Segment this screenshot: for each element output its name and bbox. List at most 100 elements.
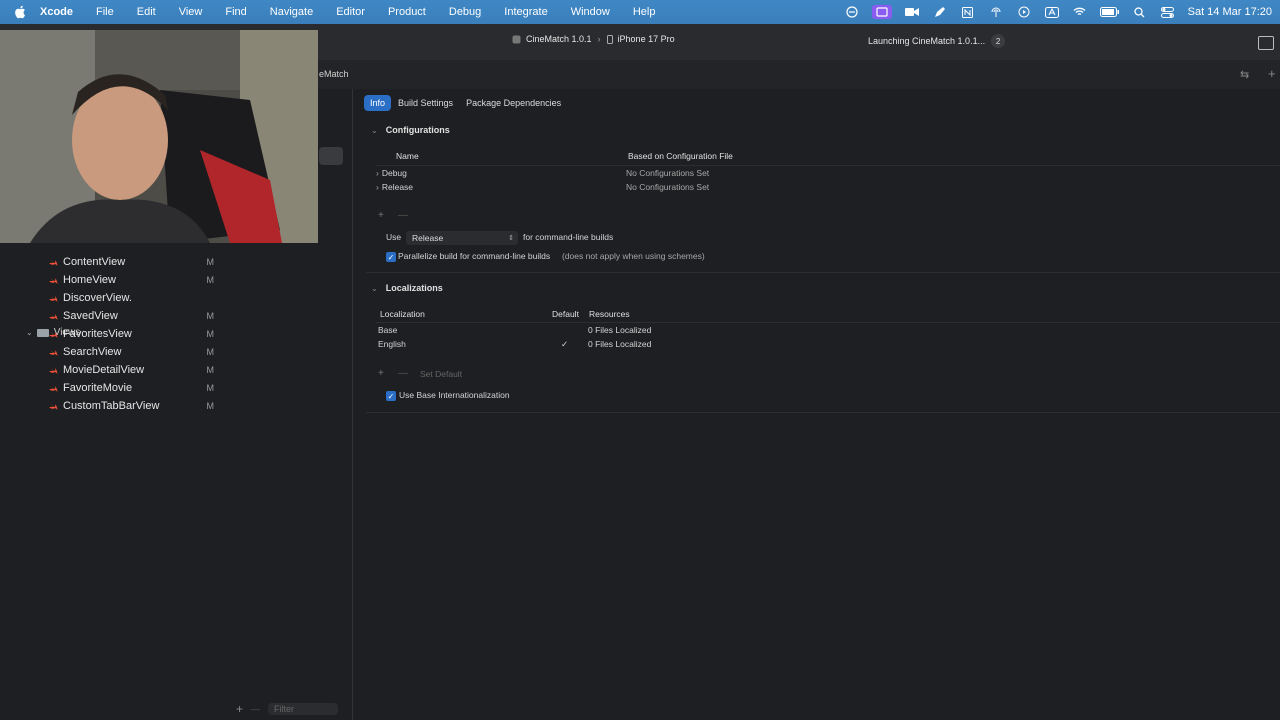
file-row[interactable]: CustomTabBarView M bbox=[48, 397, 218, 415]
menu-navigate[interactable]: Navigate bbox=[270, 6, 313, 18]
swift-file-icon bbox=[49, 259, 58, 266]
run-destination: iPhone 17 Pro bbox=[617, 34, 675, 44]
camera-icon[interactable] bbox=[904, 5, 920, 19]
git-status-badge: M bbox=[206, 365, 215, 375]
swap-arrows-icon[interactable]: ⇆ bbox=[1240, 68, 1249, 81]
filter-input[interactable]: Filter bbox=[268, 703, 339, 715]
scheme-selector[interactable]: CineMatch 1.0.1 › iPhone 17 Pro bbox=[512, 34, 675, 44]
file-row[interactable]: ContentView M bbox=[48, 253, 218, 271]
file-name: DiscoverView. bbox=[63, 292, 132, 304]
scheme-name: CineMatch 1.0.1 bbox=[526, 34, 592, 44]
localizations-section-header[interactable]: ⌄ Localizations bbox=[371, 283, 443, 293]
column-header-default[interactable]: Default bbox=[552, 309, 579, 319]
remove-target-button[interactable]: — bbox=[251, 704, 260, 714]
file-name: FavoriteMovie bbox=[63, 382, 133, 394]
control-center-icon[interactable] bbox=[1160, 5, 1176, 19]
base-i18n-checkbox[interactable]: ✓ bbox=[386, 391, 396, 401]
set-default-button[interactable]: Set Default bbox=[420, 369, 462, 379]
activity-view[interactable]: Launching CineMatch 1.0.1... 2 bbox=[868, 34, 1006, 48]
add-editor-icon[interactable]: + bbox=[1268, 66, 1276, 81]
targets-filter-bar: + — Filter bbox=[229, 698, 352, 720]
menu-debug[interactable]: Debug bbox=[449, 6, 481, 18]
add-configuration-button[interactable]: + bbox=[378, 210, 384, 221]
tab-build-settings[interactable]: Build Settings bbox=[392, 95, 459, 111]
file-row[interactable]: HomeView M bbox=[48, 271, 218, 289]
localization-row-english[interactable]: English bbox=[378, 339, 406, 349]
screen-record-icon[interactable] bbox=[871, 5, 892, 19]
menu-find[interactable]: Find bbox=[225, 6, 246, 18]
wifi-icon[interactable] bbox=[1072, 5, 1088, 19]
swift-file-icon bbox=[49, 403, 58, 410]
file-row[interactable]: FavoritesView M bbox=[48, 325, 218, 343]
swift-file-icon bbox=[49, 385, 58, 392]
file-row[interactable]: MovieDetailView M bbox=[48, 361, 218, 379]
menu-view[interactable]: View bbox=[179, 6, 203, 18]
disclosure-icon[interactable]: › bbox=[376, 182, 379, 192]
file-row[interactable]: SearchView M bbox=[48, 343, 218, 361]
play-icon[interactable] bbox=[1016, 5, 1032, 19]
chevron-down-icon[interactable]: ⌄ bbox=[371, 284, 378, 293]
select-value: Release bbox=[412, 233, 444, 243]
tab-package-dependencies[interactable]: Package Dependencies bbox=[460, 95, 567, 111]
configurations-section-header[interactable]: ⌄ Configurations bbox=[371, 125, 450, 135]
parallelize-note: (does not apply when using schemes) bbox=[562, 251, 705, 261]
remove-localization-button[interactable]: — bbox=[398, 368, 408, 379]
disclosure-icon[interactable]: › bbox=[376, 168, 379, 178]
add-localization-button[interactable]: + bbox=[378, 368, 384, 379]
file-row[interactable]: DiscoverView. bbox=[48, 289, 218, 307]
column-header-localization[interactable]: Localization bbox=[380, 309, 425, 319]
editor-tabs: Info Build Settings Package Dependencies bbox=[364, 95, 568, 111]
app-target-icon bbox=[512, 35, 521, 43]
file-name: MovieDetailView bbox=[63, 364, 145, 376]
menu-product[interactable]: Product bbox=[388, 6, 426, 18]
pen-icon[interactable] bbox=[932, 5, 948, 19]
parallelize-label[interactable]: Parallelize build for command-line build… bbox=[398, 251, 550, 261]
localization-row-base[interactable]: Base bbox=[378, 325, 397, 335]
file-row[interactable]: SavedView M bbox=[48, 307, 218, 325]
section-divider bbox=[366, 272, 1280, 273]
search-icon[interactable] bbox=[1132, 5, 1148, 19]
webcam-video-image bbox=[0, 30, 318, 243]
section-title: Configurations bbox=[385, 125, 450, 135]
text-input-icon[interactable] bbox=[1044, 5, 1060, 19]
git-status-badge: M bbox=[206, 329, 215, 339]
selected-target-highlight[interactable] bbox=[319, 147, 343, 165]
menu-app-xcode[interactable]: Xcode bbox=[40, 6, 73, 18]
breadcrumb[interactable]: eMatch bbox=[319, 69, 349, 79]
config-row-debug[interactable]: › Debug bbox=[376, 168, 407, 178]
airdrop-icon[interactable] bbox=[988, 5, 1004, 19]
menu-edit[interactable]: Edit bbox=[137, 6, 156, 18]
column-header-config-file[interactable]: Based on Configuration File bbox=[628, 151, 733, 161]
column-header-name[interactable]: Name bbox=[396, 151, 419, 161]
parallelize-checkbox[interactable]: ✓ bbox=[386, 252, 396, 262]
column-header-resources[interactable]: Resources bbox=[589, 309, 630, 319]
sync-icon[interactable] bbox=[844, 5, 860, 19]
add-target-button[interactable]: + bbox=[236, 702, 243, 716]
menu-integrate[interactable]: Integrate bbox=[504, 6, 547, 18]
chevron-down-icon[interactable]: ⌄ bbox=[371, 126, 378, 135]
base-i18n-label[interactable]: Use Base Internationalization bbox=[399, 390, 510, 400]
disclosure-chevron-icon[interactable]: ⌄ bbox=[26, 328, 33, 337]
tab-info[interactable]: Info bbox=[364, 95, 392, 111]
file-row[interactable]: FavoriteMovie M bbox=[48, 379, 218, 397]
webcam-overlay bbox=[0, 30, 318, 243]
git-status-badge: M bbox=[206, 257, 215, 267]
inspector-toggle-icon[interactable] bbox=[1258, 36, 1274, 50]
activity-status: Launching CineMatch 1.0.1... bbox=[868, 36, 986, 46]
remove-configuration-button[interactable]: — bbox=[398, 210, 408, 221]
menu-window[interactable]: Window bbox=[571, 6, 610, 18]
menu-file[interactable]: File bbox=[96, 6, 114, 18]
swift-file-icon bbox=[49, 277, 58, 284]
menu-editor[interactable]: Editor bbox=[336, 6, 365, 18]
swift-file-icon bbox=[49, 313, 58, 320]
notion-icon[interactable] bbox=[960, 5, 976, 19]
git-status-badge: M bbox=[206, 275, 215, 285]
chevron-right-icon: › bbox=[597, 34, 601, 44]
config-row-release[interactable]: › Release bbox=[376, 182, 413, 192]
status-menu-area: Sat 14 Mar 17:20 bbox=[844, 0, 1280, 24]
menu-help[interactable]: Help bbox=[633, 6, 656, 18]
command-line-config-select[interactable]: Release ⇕ bbox=[406, 231, 518, 245]
battery-icon[interactable] bbox=[1099, 5, 1120, 19]
apple-icon[interactable] bbox=[14, 5, 28, 19]
clock[interactable]: Sat 14 Mar 17:20 bbox=[1188, 6, 1272, 18]
